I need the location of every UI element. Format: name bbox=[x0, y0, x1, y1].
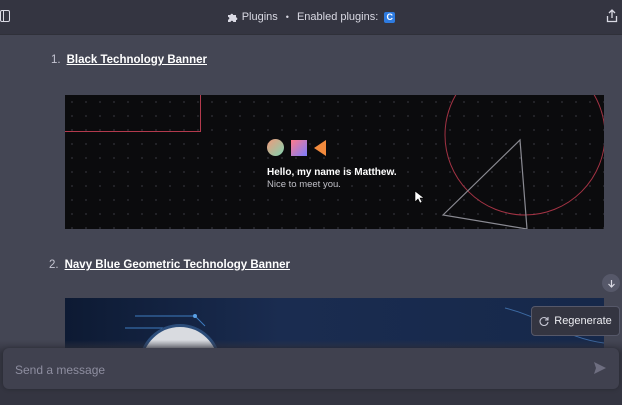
top-bar: Plugins • Enabled plugins: C bbox=[0, 0, 622, 35]
header-separator: • bbox=[285, 12, 289, 22]
refresh-icon bbox=[539, 316, 549, 326]
share-icon[interactable] bbox=[606, 9, 618, 23]
regenerate-button[interactable]: Regenerate bbox=[531, 306, 620, 336]
plugin-badge-icon[interactable]: C bbox=[384, 11, 396, 23]
message-composer bbox=[3, 348, 619, 389]
chat-app: Plugins • Enabled plugins: C 1. Black Te… bbox=[0, 0, 622, 405]
banner-headline: Hello, my name is Matthew. bbox=[267, 167, 397, 178]
banner-link-navy-blue-geometric[interactable]: Navy Blue Geometric Technology Banner bbox=[65, 259, 290, 271]
square-shape bbox=[291, 139, 307, 156]
scroll-down-button[interactable] bbox=[602, 274, 620, 292]
banner-image-black-technology[interactable]: Hello, my name is Matthew. Nice to meet … bbox=[65, 95, 604, 229]
banner-subline: Nice to meet you. bbox=[267, 179, 341, 190]
enabled-plugins-label: Enabled plugins: bbox=[296, 11, 379, 23]
list-item: 2. Navy Blue Geometric Technology Banner bbox=[49, 259, 290, 271]
triangle-shape bbox=[314, 139, 326, 156]
logo-shapes bbox=[267, 139, 326, 156]
puzzle-icon bbox=[227, 13, 238, 22]
message-input[interactable] bbox=[13, 359, 577, 381]
sidebar-toggle-icon[interactable] bbox=[0, 10, 10, 22]
banner-link-black-technology[interactable]: Black Technology Banner bbox=[67, 54, 207, 66]
mouse-cursor-icon bbox=[414, 190, 424, 204]
list-item: 1. Black Technology Banner bbox=[51, 54, 207, 66]
header-center: Plugins • Enabled plugins: C bbox=[227, 11, 396, 23]
regenerate-label: Regenerate bbox=[554, 315, 612, 327]
arrow-down-icon bbox=[607, 279, 615, 288]
list-number: 1. bbox=[51, 54, 61, 66]
list-number: 2. bbox=[49, 259, 59, 271]
send-icon[interactable] bbox=[593, 361, 607, 375]
circle-shape bbox=[267, 139, 284, 156]
geometric-decoration bbox=[441, 95, 604, 229]
header-title[interactable]: Plugins bbox=[242, 11, 278, 23]
